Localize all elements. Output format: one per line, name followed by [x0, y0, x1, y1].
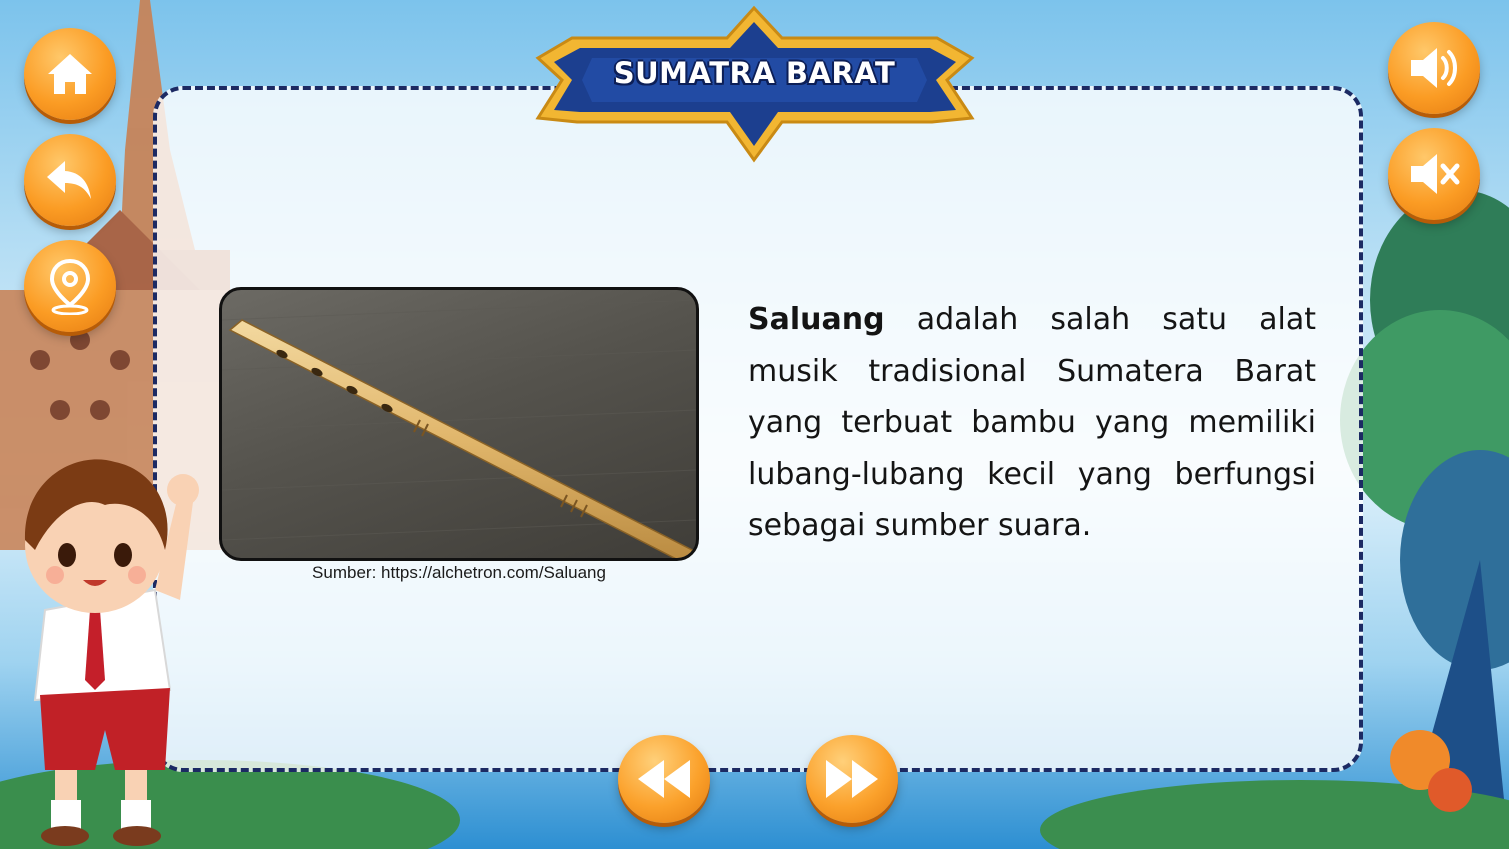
- map-button[interactable]: [24, 240, 116, 332]
- page-title: SUMATRA BARAT: [613, 56, 896, 90]
- home-button[interactable]: [24, 28, 116, 120]
- home-icon: [48, 54, 92, 94]
- description-text: Saluang adalah salah satu alat musik tra…: [748, 294, 1316, 552]
- description-body: adalah salah satu alat musik tradisional…: [748, 302, 1316, 543]
- speaker-on-icon: [1411, 48, 1457, 88]
- saluang-flute-image: [222, 299, 696, 558]
- image-source-caption: Sumber: https://alchetron.com/Saluang: [312, 563, 606, 582]
- rewind-icon: [638, 760, 690, 798]
- instrument-name: Saluang: [748, 302, 885, 337]
- instrument-photo: [219, 287, 699, 561]
- sound-mute-button[interactable]: [1388, 128, 1480, 220]
- fast-forward-icon: [826, 760, 878, 798]
- student-character: [24, 459, 199, 846]
- back-button[interactable]: [24, 134, 116, 226]
- next-button[interactable]: [806, 735, 898, 823]
- map-pin-icon: [49, 258, 91, 315]
- previous-button[interactable]: [618, 735, 710, 823]
- back-arrow-icon: [47, 161, 91, 199]
- speaker-mute-icon: [1411, 154, 1460, 194]
- sound-on-button[interactable]: [1388, 22, 1480, 114]
